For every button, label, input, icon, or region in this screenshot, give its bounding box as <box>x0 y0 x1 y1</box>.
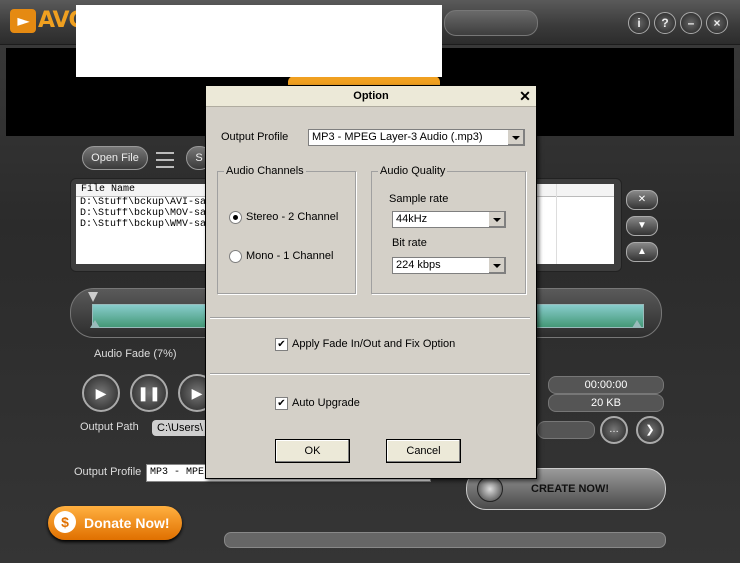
output-profile-dropdown[interactable]: MP3 - MPEG Layer-3 Audio (.mp3) <box>308 129 525 146</box>
file-row[interactable]: D:\Stuff\bckup\WMV-sa <box>76 219 208 230</box>
topbar-slider[interactable] <box>444 10 538 36</box>
cancel-button[interactable]: Cancel <box>386 439 461 463</box>
audio-channels-legend: Audio Channels <box>224 165 306 177</box>
info-button[interactable]: i <box>628 12 650 34</box>
fade-checkbox[interactable]: ✔ <box>275 338 288 351</box>
dialog-title: Option <box>206 86 536 107</box>
help-button[interactable]: ? <box>654 12 676 34</box>
sample-rate-label: Sample rate <box>389 193 449 205</box>
file-list[interactable]: File Name D:\Stuff\bckup\AVI-sa D:\Stuff… <box>76 184 208 264</box>
chevron-down-icon[interactable] <box>507 130 524 145</box>
play-icon[interactable]: ▶ <box>82 374 120 412</box>
audio-channels-group: Audio Channels <box>217 165 356 294</box>
bit-rate-value: 224 kbps <box>396 259 441 271</box>
option-dialog: Option ✕ Output Profile MP3 - MPEG Layer… <box>205 85 537 479</box>
move-down-icon[interactable]: ▼ <box>626 216 658 236</box>
bit-rate-dropdown[interactable]: 224 kbps <box>392 257 506 274</box>
dialog-close-icon[interactable]: ✕ <box>517 88 533 104</box>
auto-upgrade-checkbox[interactable]: ✔ <box>275 397 288 410</box>
minimize-button[interactable]: – <box>680 12 702 34</box>
chevron-down-icon[interactable] <box>488 258 505 273</box>
donate-button[interactable]: $ Donate Now! <box>48 506 182 540</box>
fade-out-marker[interactable] <box>632 320 642 328</box>
mono-label[interactable]: Mono - 1 Channel <box>246 250 333 262</box>
auto-upgrade-label[interactable]: Auto Upgrade <box>292 397 360 409</box>
bit-rate-label: Bit rate <box>392 237 427 249</box>
output-profile-label: Output Profile <box>74 466 142 478</box>
output-path-label: Output Path <box>80 421 139 433</box>
list-menu-icon[interactable] <box>156 152 174 168</box>
create-icon <box>477 476 503 502</box>
browse-icon[interactable]: … <box>600 416 628 444</box>
separator <box>210 317 530 319</box>
chevron-down-icon[interactable] <box>488 212 505 227</box>
progress-bar <box>224 532 666 548</box>
file-name-header[interactable]: File Name <box>76 184 208 197</box>
move-up-icon[interactable]: ▲ <box>626 242 658 262</box>
open-folder-icon[interactable]: ❯ <box>636 416 664 444</box>
fade-option-label[interactable]: Apply Fade In/Out and Fix Option <box>292 338 455 350</box>
output-profile-label: Output Profile <box>221 131 289 143</box>
fade-in-marker[interactable] <box>90 320 100 328</box>
time-display: 00:00:00 <box>548 376 664 394</box>
mono-radio[interactable] <box>229 250 242 263</box>
file-row[interactable]: D:\Stuff\bckup\AVI-sa <box>76 197 208 208</box>
output-profile-value: MP3 - MPEG Layer-3 Audio (.mp3) <box>312 131 483 143</box>
logo-icon: ► <box>10 9 36 33</box>
start-handle[interactable] <box>88 292 98 302</box>
pause-icon[interactable]: ❚❚ <box>130 374 168 412</box>
audio-quality-group: Audio Quality <box>371 165 526 294</box>
column-divider <box>556 184 557 264</box>
separator <box>210 373 530 375</box>
stereo-label[interactable]: Stereo - 2 Channel <box>246 211 338 223</box>
sample-rate-dropdown[interactable]: 44kHz <box>392 211 506 228</box>
blank-overlay <box>76 5 442 77</box>
dollar-icon: $ <box>54 511 76 533</box>
column-header <box>536 184 614 197</box>
file-list-columns <box>536 184 614 264</box>
close-button[interactable]: × <box>706 12 728 34</box>
path-field-remainder[interactable] <box>537 421 595 439</box>
open-file-button[interactable]: Open File <box>82 146 148 170</box>
size-display: 20 KB <box>548 394 664 412</box>
remove-icon[interactable]: ✕ <box>626 190 658 210</box>
sample-rate-value: 44kHz <box>396 213 428 225</box>
audio-fade-label: Audio Fade (7%) <box>94 348 177 360</box>
ok-button[interactable]: OK <box>275 439 350 463</box>
file-row[interactable]: D:\Stuff\bckup\MOV-sa <box>76 208 208 219</box>
audio-quality-legend: Audio Quality <box>378 165 448 177</box>
stereo-radio[interactable] <box>229 211 242 224</box>
